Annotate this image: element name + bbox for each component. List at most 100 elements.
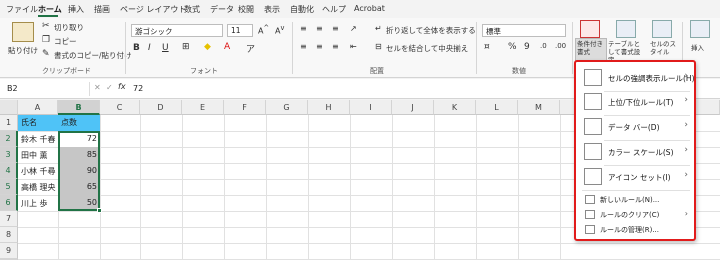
column-header-b[interactable]: B	[58, 100, 100, 115]
merge-center-button[interactable]: セルを結合して中央揃え	[386, 43, 468, 54]
column-header-h[interactable]: H	[308, 100, 350, 115]
wrap-text-icon[interactable]: ↵	[375, 24, 382, 33]
tab-automate[interactable]: 自動化	[290, 4, 314, 15]
tab-insert[interactable]: 挿入	[68, 4, 84, 15]
cell-a4[interactable]: 小林 千尋	[18, 164, 58, 180]
menu-item-highlight-cells-rules[interactable]: セルの強調表示ルール(H) ›	[578, 66, 695, 90]
cell-a6[interactable]: 川上 歩	[18, 196, 58, 212]
cut-button[interactable]: 切り取り	[54, 22, 84, 33]
format-painter-icon[interactable]: ✎	[42, 49, 50, 59]
tab-view[interactable]: 表示	[264, 4, 280, 15]
row-header-3[interactable]: 3	[0, 147, 18, 163]
cell-a5[interactable]: 高橋 理央	[18, 180, 58, 196]
align-center-icon[interactable]: ≡	[316, 42, 323, 51]
column-header-k[interactable]: K	[434, 100, 476, 115]
percent-icon[interactable]: %	[508, 42, 517, 52]
column-header-c[interactable]: C	[100, 100, 140, 115]
menu-item-icon-sets[interactable]: アイコン セット(I) ›	[578, 165, 692, 189]
insert-cells-button[interactable]: 挿入	[691, 42, 704, 52]
cell-styles-icon[interactable]	[652, 20, 672, 38]
column-header-l[interactable]: L	[476, 100, 518, 115]
column-header-i[interactable]: I	[350, 100, 392, 115]
currency-icon[interactable]: ¤	[484, 42, 490, 52]
wrap-text-button[interactable]: 折り返して全体を表示する	[386, 25, 476, 36]
grow-font-icon[interactable]: A^	[258, 24, 269, 36]
conditional-formatting-icon[interactable]	[580, 20, 600, 38]
paste-icon[interactable]	[12, 22, 34, 42]
indent-icon[interactable]: ⇤	[350, 42, 357, 51]
column-header-g[interactable]: G	[266, 100, 308, 115]
font-name-select[interactable]: 游ゴシック	[131, 24, 223, 37]
column-header-j[interactable]: J	[392, 100, 434, 115]
decrease-decimal-icon[interactable]: .00	[555, 42, 566, 50]
format-as-table-icon[interactable]	[616, 20, 636, 38]
fill-handle[interactable]	[97, 208, 102, 213]
cell-a2[interactable]: 鈴木 千春	[18, 132, 58, 148]
tab-home[interactable]: ホーム	[38, 4, 62, 15]
cancel-icon[interactable]: ✕	[94, 83, 101, 92]
cell-styles-button[interactable]: セルのスタイル	[650, 40, 676, 56]
menu-item-manage-rules[interactable]: ルールの管理(R)...	[578, 222, 692, 237]
row-header-7[interactable]: 7	[0, 211, 18, 227]
formula-input[interactable]: 72	[133, 84, 143, 93]
comma-icon[interactable]: 9	[524, 42, 530, 52]
copy-icon[interactable]: ❐	[42, 35, 50, 45]
merge-icon[interactable]: ⊟	[375, 42, 382, 51]
cell-b1[interactable]: 点数	[58, 115, 100, 131]
column-header-d[interactable]: D	[140, 100, 182, 115]
row-header-9[interactable]: 9	[0, 243, 18, 259]
paste-button[interactable]: 貼り付け	[8, 45, 38, 56]
conditional-formatting-label[interactable]: 条件付き書式	[577, 40, 607, 56]
row-header-1[interactable]: 1	[0, 115, 18, 131]
insert-cells-icon[interactable]	[690, 20, 710, 38]
align-top-icon[interactable]: ≡	[300, 24, 307, 33]
phonetic-icon[interactable]: ア	[246, 42, 255, 55]
row-header-4[interactable]: 4	[0, 163, 18, 179]
orientation-icon[interactable]: ↗	[350, 24, 357, 33]
tab-help[interactable]: ヘルプ	[322, 4, 346, 15]
menu-item-clear-rules[interactable]: ルールのクリア(C) ›	[578, 207, 692, 222]
cut-icon[interactable]: ✂	[42, 21, 50, 31]
underline-icon[interactable]: U	[162, 43, 169, 53]
align-middle-icon[interactable]: ≡	[316, 24, 323, 33]
align-bottom-icon[interactable]: ≡	[332, 24, 339, 33]
enter-icon[interactable]: ✓	[106, 83, 113, 92]
fill-color-icon[interactable]: ◆	[204, 42, 211, 52]
cell-a1[interactable]: 氏名	[18, 115, 58, 131]
tab-file[interactable]: ファイル	[6, 4, 38, 15]
bold-icon[interactable]: B	[133, 43, 140, 53]
tab-data[interactable]: データ	[210, 4, 234, 15]
menu-item-color-scales[interactable]: カラー スケール(S) ›	[578, 140, 692, 164]
select-all-corner[interactable]	[0, 100, 18, 115]
shrink-font-icon[interactable]: Av	[275, 24, 284, 36]
tab-formulas[interactable]: 数式	[184, 4, 200, 15]
column-header-a[interactable]: A	[18, 100, 58, 115]
align-right-icon[interactable]: ≡	[332, 42, 339, 51]
column-header-e[interactable]: E	[182, 100, 224, 115]
copy-button[interactable]: コピー	[54, 36, 77, 47]
menu-item-new-rule[interactable]: 新しいルール(N)...	[578, 192, 692, 207]
format-painter-button[interactable]: 書式のコピー/貼り付け	[54, 50, 132, 61]
align-left-icon[interactable]: ≡	[300, 42, 307, 51]
column-header-f[interactable]: F	[224, 100, 266, 115]
column-header-m[interactable]: M	[518, 100, 560, 115]
border-icon[interactable]: ⊞	[182, 42, 190, 52]
menu-item-top-bottom-rules[interactable]: 上位/下位ルール(T) ›	[578, 90, 692, 114]
tab-acrobat[interactable]: Acrobat	[354, 4, 385, 13]
menu-item-data-bars[interactable]: データ バー(D) ›	[578, 115, 692, 139]
italic-icon[interactable]: I	[148, 43, 151, 53]
font-color-icon[interactable]: A	[224, 42, 230, 52]
insert-function-icon[interactable]: fx	[118, 82, 126, 91]
cell-a3[interactable]: 田中 薫	[18, 148, 58, 164]
font-size-select[interactable]: 11	[227, 24, 253, 37]
increase-decimal-icon[interactable]: .0	[540, 42, 547, 50]
row-header-6[interactable]: 6	[0, 195, 18, 211]
name-box[interactable]: B2	[4, 82, 90, 96]
tab-page-layout[interactable]: ページ レイアウト	[120, 4, 186, 15]
tab-draw[interactable]: 描画	[94, 4, 110, 15]
tab-review[interactable]: 校閲	[238, 4, 254, 15]
number-format-select[interactable]: 標準	[482, 24, 566, 37]
row-header-5[interactable]: 5	[0, 179, 18, 195]
row-header-2[interactable]: 2	[0, 131, 18, 147]
row-header-8[interactable]: 8	[0, 227, 18, 243]
